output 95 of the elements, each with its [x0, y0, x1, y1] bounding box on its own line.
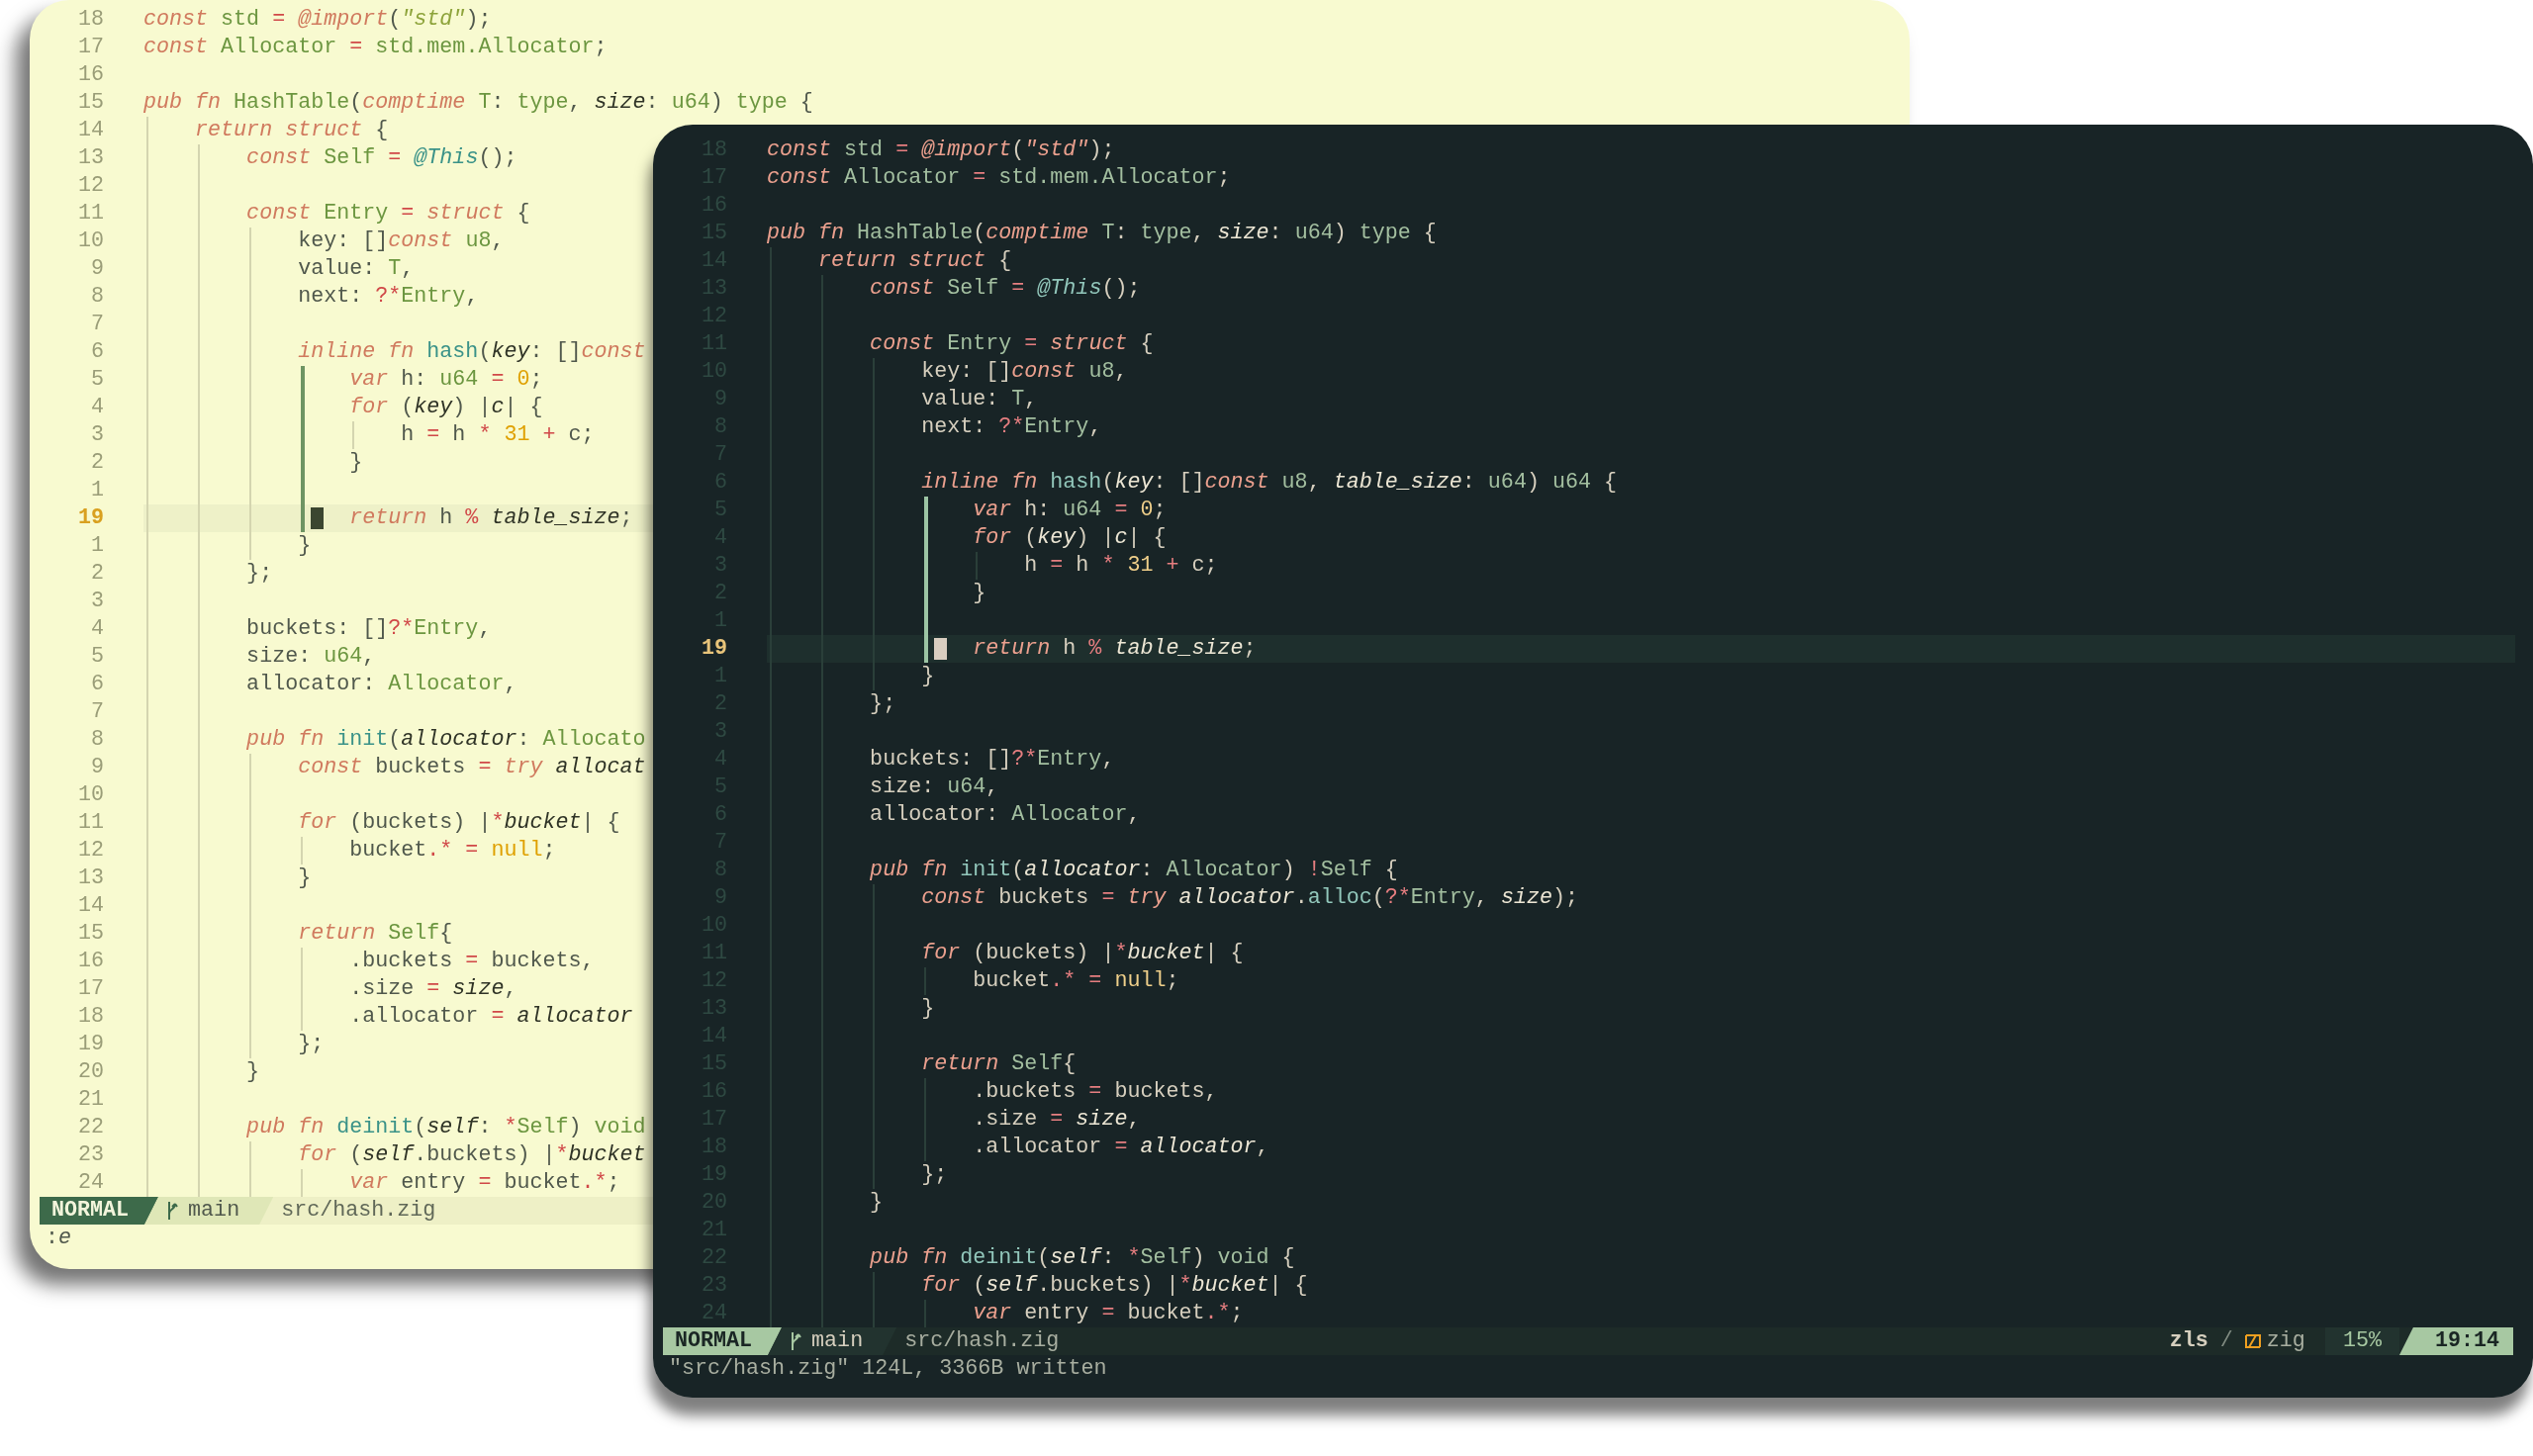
- line-number: 2: [90, 449, 104, 477]
- line-number: 12: [76, 172, 104, 200]
- code-line: };: [767, 1161, 2515, 1189]
- line-number: 18: [76, 1003, 104, 1031]
- code-line: .buckets = buckets,: [767, 1078, 2515, 1106]
- code-line: inline fn hash(key: []const u8, table_size: u64) u64 {: [767, 469, 2515, 497]
- line-number: 16: [76, 61, 104, 89]
- code-line: for (buckets) |*bucket| {: [767, 940, 2515, 967]
- line-number: 19: [76, 1031, 104, 1058]
- line-number: 7: [90, 311, 104, 338]
- line-number: 15: [76, 89, 104, 117]
- code-line: const std = @import("std");: [143, 6, 493, 34]
- code-line: }: [767, 1189, 2515, 1217]
- code-line: }: [767, 995, 2515, 1023]
- code-line: const Allocator = std.mem.Allocator;: [143, 34, 609, 61]
- code-line: buckets: []?*Entry,: [767, 746, 2515, 774]
- line-number: 8: [90, 283, 104, 311]
- line-number: 17: [76, 975, 104, 1003]
- code-line: const Allocator = std.mem.Allocator;: [767, 164, 1232, 192]
- git-branch-icon: [790, 1331, 802, 1351]
- code-line: pub fn HashTable(comptime T: type, size: u64) type {: [143, 89, 814, 117]
- mode-indicator: NORMAL: [40, 1197, 159, 1225]
- line-number: 8: [90, 726, 104, 754]
- code-line: allocator: Allocator,: [767, 801, 2515, 829]
- git-branch-icon: [166, 1201, 179, 1221]
- line-number: 9: [90, 754, 104, 781]
- line-number: 24: [76, 1169, 104, 1197]
- command-line: :e: [46, 1226, 72, 1250]
- line-number: 4: [90, 394, 104, 421]
- line-number: 1: [90, 477, 104, 504]
- line-number: 10: [76, 781, 104, 809]
- line-number: 19: [76, 504, 104, 532]
- code-line: const std = @import("std");: [767, 136, 1116, 164]
- line-number: 1: [90, 532, 104, 560]
- file-type: zig: [2266, 1327, 2305, 1355]
- code-line: const buckets = try allocator.alloc(?*Entry, size);: [767, 884, 2515, 912]
- cursor-position: 19:14: [2398, 1327, 2513, 1355]
- code-line: }: [767, 580, 2515, 607]
- language-server-name: zls: [2169, 1327, 2208, 1355]
- line-number: 2: [90, 560, 104, 588]
- line-number: 21: [76, 1086, 104, 1114]
- line-number: 22: [76, 1114, 104, 1141]
- line-number: 3: [90, 421, 104, 449]
- line-number: 12: [76, 837, 104, 864]
- code-line: const Self = @This();: [767, 275, 2515, 303]
- line-number: 16: [76, 948, 104, 975]
- line-number: 10: [76, 228, 104, 255]
- code-line: value: T,: [767, 386, 2515, 413]
- line-number: 23: [76, 1141, 104, 1169]
- code-line: for (self.buckets) |*bucket| {: [767, 1272, 2515, 1300]
- line-number: 5: [90, 643, 104, 671]
- code-line: return struct {: [767, 247, 2515, 275]
- code-line: .size = size,: [767, 1106, 2515, 1134]
- line-number: 6: [90, 338, 104, 366]
- text-cursor: [311, 507, 325, 529]
- line-number: 3: [90, 588, 104, 615]
- file-path: src/hash.zig: [281, 1197, 436, 1225]
- line-number: 13: [76, 864, 104, 892]
- branch-name: main: [188, 1197, 240, 1225]
- code-line: bucket.* = null;: [767, 967, 2515, 995]
- code-line: var entry = bucket.*;: [767, 1300, 2515, 1327]
- separator-text: /: [2219, 1327, 2233, 1355]
- line-number: 11: [76, 200, 104, 228]
- code-line: size: u64,: [767, 774, 2515, 801]
- code-line: };: [767, 690, 2515, 718]
- line-number: 5: [90, 366, 104, 394]
- line-number: 7: [90, 698, 104, 726]
- code-line: pub fn HashTable(comptime T: type, size: u64) type {: [767, 220, 1438, 247]
- code-line: pub fn deinit(self: *Self) void {: [767, 1244, 2515, 1272]
- code-line: pub fn init(allocator: Allocator) !Self {: [767, 857, 2515, 884]
- code-line: key: []const u8,: [767, 358, 2515, 386]
- code-line: }: [767, 663, 2515, 690]
- command-line: "src/hash.zig" 124L, 3366B written: [669, 1356, 1107, 1381]
- line-number: 6: [90, 671, 104, 698]
- zig-icon: [2244, 1334, 2261, 1348]
- line-number: 13: [76, 144, 104, 172]
- text-cursor: [934, 638, 948, 660]
- code-line: h = h * 31 + c;: [767, 552, 2515, 580]
- code-line: .allocator = allocator,: [767, 1134, 2515, 1161]
- line-number: 20: [76, 1058, 104, 1086]
- line-number: 9: [90, 255, 104, 283]
- line-number: 15: [76, 920, 104, 948]
- scroll-percent: 15%: [2324, 1327, 2399, 1355]
- line-number: 11: [76, 809, 104, 837]
- line-number: 19: [700, 635, 727, 663]
- branch-name: main: [811, 1327, 864, 1355]
- line-number: 4: [90, 615, 104, 643]
- code-line: const Entry = struct {: [767, 330, 2515, 358]
- line-number: 18: [76, 6, 104, 34]
- line-number: 17: [76, 34, 104, 61]
- line-number: 14: [76, 117, 104, 144]
- file-path: src/hash.zig: [904, 1327, 1060, 1355]
- code-line: next: ?*Entry,: [767, 413, 2515, 441]
- code-line: return Self{: [767, 1050, 2515, 1078]
- line-number: 14: [76, 892, 104, 920]
